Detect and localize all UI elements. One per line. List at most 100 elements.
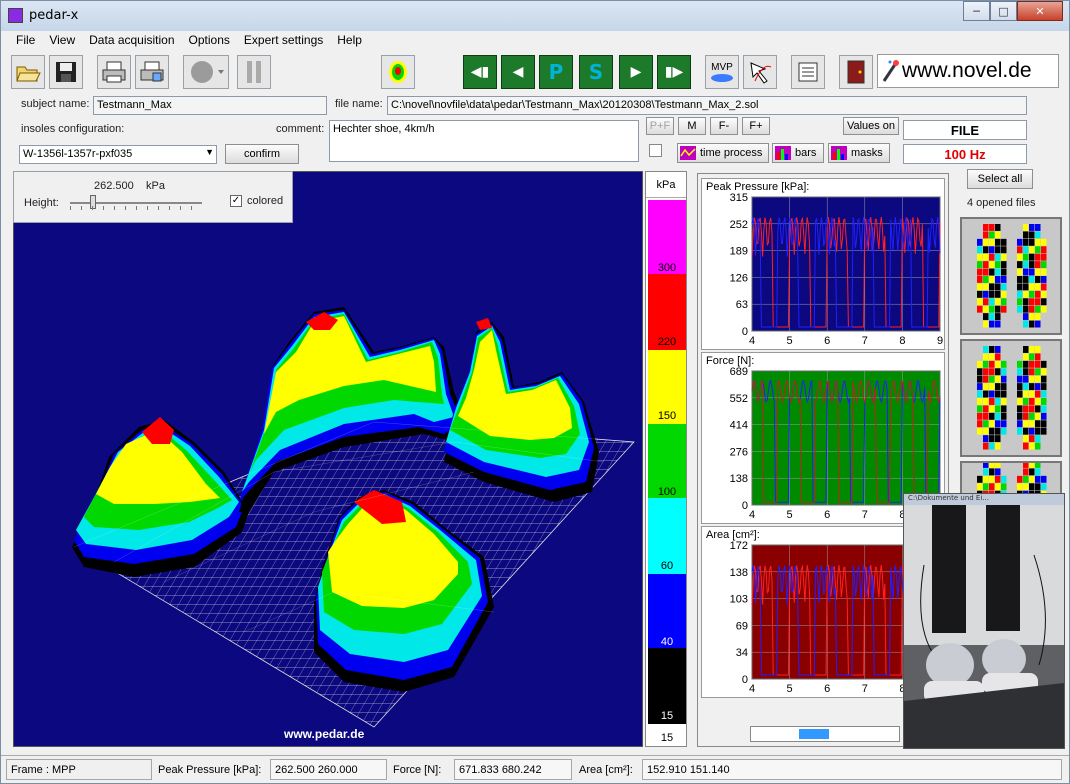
time-scrollbar-thumb[interactable] xyxy=(799,729,829,739)
sensor-cell xyxy=(1029,353,1035,361)
mvp-button[interactable]: MVP xyxy=(705,55,739,89)
y-tick-label: 189 xyxy=(730,246,748,258)
x-tick-label: 7 xyxy=(862,509,868,521)
sensor-cell xyxy=(995,246,1001,254)
report-button[interactable] xyxy=(791,55,825,89)
sensor-cell xyxy=(1001,383,1007,391)
last-frame-button[interactable]: ▮▶ xyxy=(657,55,691,89)
x-tick-label: 5 xyxy=(787,683,793,695)
time-process-button[interactable]: time process xyxy=(677,143,769,163)
pause-button[interactable] xyxy=(237,55,271,89)
values-on-button[interactable]: Values on xyxy=(843,117,899,135)
record-icon xyxy=(191,61,224,83)
footprint-button[interactable] xyxy=(381,55,415,89)
sensor-cell xyxy=(989,368,995,376)
colored-checkbox[interactable]: ✓ xyxy=(230,195,242,207)
sensor-cell xyxy=(977,246,983,254)
x-tick-label: 6 xyxy=(824,683,830,695)
scale-label-15-b: 15 xyxy=(660,732,674,744)
y-tick-label: 34 xyxy=(736,647,748,659)
sensor-cell xyxy=(1017,420,1023,428)
subject-field[interactable]: Testmann_Max xyxy=(93,96,327,115)
first-frame-button[interactable]: ◀▮ xyxy=(463,55,497,89)
maximize-icon[interactable]: □ xyxy=(990,1,1017,21)
next-frame-button[interactable]: ▶ xyxy=(619,55,653,89)
menu-options[interactable]: Options xyxy=(182,31,237,51)
s-button[interactable]: S xyxy=(579,55,613,89)
menu-data-acquisition[interactable]: Data acquisition xyxy=(82,31,181,51)
next-frame-icon: ▶ xyxy=(630,64,642,80)
time-scrollbar[interactable] xyxy=(750,726,900,742)
minimize-icon[interactable]: ─ xyxy=(963,1,990,21)
status-area-value: 152.910 151.140 xyxy=(642,759,1062,780)
file-thumbnail-2[interactable] xyxy=(960,339,1062,457)
sensor-cell xyxy=(1035,320,1041,328)
status-bar: Frame : MPP Peak Pressure [kPa]: 262.500… xyxy=(1,755,1069,783)
exit-button[interactable] xyxy=(839,55,873,89)
file-field[interactable]: C:\novel\novfile\data\pedar\Testmann_Max… xyxy=(387,96,1027,115)
sensor-cell xyxy=(1029,224,1035,231)
sensor-cell xyxy=(1029,375,1035,383)
novel-logo[interactable]: www.novel.de xyxy=(877,54,1059,88)
video-window[interactable]: C:\Dokumente und Ei... xyxy=(903,493,1065,749)
sensor-cell xyxy=(1023,475,1029,483)
menu-help[interactable]: Help xyxy=(330,31,369,51)
close-icon[interactable]: ✕ xyxy=(1017,1,1063,21)
prev-frame-button[interactable]: ◀ xyxy=(501,55,535,89)
confirm-button[interactable]: confirm xyxy=(225,144,299,164)
save-button[interactable] xyxy=(49,55,83,89)
select-all-button[interactable]: Select all xyxy=(967,169,1033,189)
sensor-cell xyxy=(1035,238,1041,246)
pressure-3d-plot[interactable]: www.pedar.de xyxy=(13,171,643,747)
sensor-cell xyxy=(995,305,1001,313)
scale-label-150: 150 xyxy=(657,410,677,422)
sensor-cell xyxy=(989,405,995,413)
sensor-cell xyxy=(1029,390,1035,398)
insole-thumbnail xyxy=(977,224,1047,328)
sensor-cell xyxy=(989,290,995,298)
sensor-cell xyxy=(989,483,995,491)
record-button[interactable] xyxy=(183,55,229,89)
pf-button[interactable]: P+F xyxy=(646,117,674,135)
sensor-cell xyxy=(995,290,1001,298)
print-preview-button[interactable] xyxy=(135,55,169,89)
sensor-cell xyxy=(1029,276,1035,283)
sensor-cell xyxy=(983,368,989,376)
sensor-cell xyxy=(1035,468,1041,476)
sensor-cell xyxy=(1035,224,1041,231)
sensor-cell xyxy=(989,390,995,398)
sensor-cell xyxy=(1029,398,1035,405)
m-button[interactable]: M xyxy=(678,117,706,135)
view-checkbox[interactable] xyxy=(649,144,662,157)
f-minus-button[interactable]: F- xyxy=(710,117,738,135)
menu-expert-settings[interactable]: Expert settings xyxy=(237,31,330,51)
masks-button[interactable]: masks xyxy=(828,143,890,163)
footprint-icon xyxy=(389,61,407,83)
cursor-button[interactable] xyxy=(743,55,777,89)
time-process-icon xyxy=(680,146,696,160)
peak-pressure-chart[interactable]: Peak Pressure [kPa]: 315 252 189 126 63 0 4 5 6 7… xyxy=(701,178,945,350)
sensor-cell xyxy=(1029,483,1035,491)
sensor-cell xyxy=(1029,231,1035,239)
sensor-cell xyxy=(977,383,983,391)
sensor-cell xyxy=(1029,435,1035,443)
f-plus-button[interactable]: F+ xyxy=(742,117,770,135)
sensor-cell xyxy=(1029,383,1035,391)
print-button[interactable] xyxy=(97,55,131,89)
sensor-cell xyxy=(1001,405,1007,413)
p-button[interactable]: P xyxy=(539,55,573,89)
sensor-cell xyxy=(1017,398,1023,405)
insoles-select[interactable]: W-1356l-1357r-pxf035 ▼ xyxy=(19,145,217,164)
sensor-cell xyxy=(1029,268,1035,276)
bars-button[interactable]: bars xyxy=(772,143,824,163)
sensor-cell xyxy=(989,238,995,246)
height-panel: 262.500 kPa Height: ✓ colored xyxy=(13,171,293,223)
menu-file[interactable]: File xyxy=(9,31,42,51)
sensor-cell xyxy=(1041,483,1047,491)
sensor-cell xyxy=(977,283,983,291)
menu-view[interactable]: View xyxy=(42,31,82,51)
sensor-cell xyxy=(1029,283,1035,291)
file-thumbnail-1[interactable] xyxy=(960,217,1062,335)
open-button[interactable] xyxy=(11,55,45,89)
comment-field[interactable]: Hechter shoe, 4km/h xyxy=(329,120,639,162)
